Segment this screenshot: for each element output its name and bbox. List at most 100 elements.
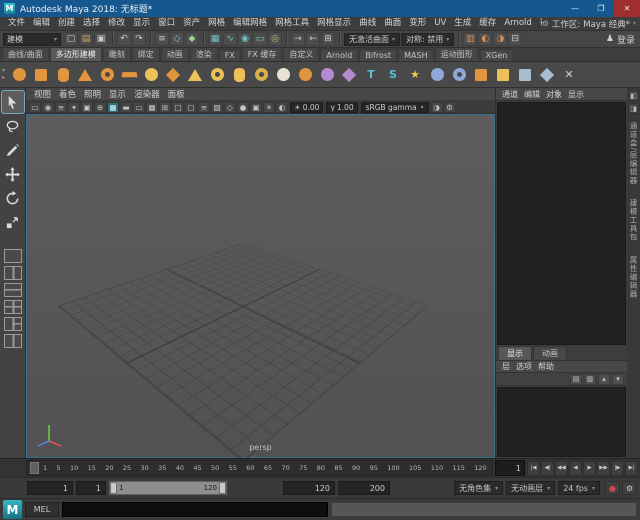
camera-attributes-icon[interactable]: ≡ [55, 102, 67, 113]
menu-item[interactable]: 曲线 [355, 17, 380, 30]
poly-cylinder-icon[interactable] [53, 65, 73, 85]
menu-item[interactable]: 显示 [565, 89, 587, 100]
boolean-union-icon[interactable] [427, 65, 447, 85]
live-surface-dropdown[interactable]: 无激活曲面▾ [344, 33, 400, 46]
range-start-handle[interactable] [110, 482, 117, 494]
step-forward-frame-button[interactable]: |▶ [611, 461, 624, 476]
two-pane-side-by-side-layout[interactable] [4, 266, 22, 280]
shelf-tab[interactable]: 雕刻 [103, 48, 131, 61]
workspace-selector[interactable]: ⚙ 工作区: Maya 经典* ▾ [542, 18, 636, 30]
open-scene-icon[interactable]: ▤ [79, 32, 93, 46]
shelf-tab[interactable]: XGen [480, 49, 514, 61]
step-forward-key-button[interactable]: ▶▶ [597, 461, 610, 476]
side-tab[interactable]: 属性编辑器 [628, 254, 639, 301]
four-pane-layout[interactable] [4, 300, 22, 314]
star-icon[interactable]: ★ [405, 65, 425, 85]
side-tab[interactable]: 建模工具包 [628, 197, 639, 244]
exposure-field[interactable]: ☀ 0.00 [290, 102, 323, 113]
menu-item[interactable]: 照明 [80, 88, 105, 100]
menu-item[interactable]: 对象 [543, 89, 565, 100]
command-line-mode-button[interactable]: MEL [25, 502, 59, 517]
shelf-tab[interactable]: 多边形建模 [50, 48, 102, 61]
select-hierarchy-icon[interactable]: ≡ [155, 32, 169, 46]
lights-icon[interactable]: ☀ [263, 102, 275, 113]
animation-end-field[interactable]: 200 [338, 481, 390, 495]
playback-start-field[interactable]: 1 [76, 481, 106, 495]
menu-item[interactable]: 网格显示 [313, 17, 355, 30]
single-pane-layout[interactable] [4, 249, 22, 263]
menu-item[interactable]: 创建 [54, 17, 79, 30]
menu-item[interactable]: 文件 [4, 17, 29, 30]
render-settings-icon[interactable]: ⊟ [508, 32, 522, 46]
shelf-tab[interactable]: MASH [398, 49, 433, 61]
step-back-key-button[interactable]: ◀◀ [555, 461, 568, 476]
paint-select-tool[interactable] [2, 139, 24, 161]
range-slider[interactable]: 1 120 [109, 481, 227, 495]
save-scene-icon[interactable]: ▣ [94, 32, 108, 46]
menu-item[interactable]: 面板 [164, 88, 189, 100]
sign-in-button[interactable]: ♟ 登录 [606, 33, 637, 46]
menu-item[interactable]: 着色 [55, 88, 80, 100]
menu-item[interactable]: Arnold [500, 17, 536, 30]
anim-layer-dropdown[interactable]: 无动画层 ▾ [506, 481, 555, 495]
fps-dropdown[interactable]: 24 fps ▾ [558, 481, 600, 495]
combine-icon[interactable] [471, 65, 491, 85]
select-tool[interactable] [2, 91, 24, 113]
2d-pan-zoom-icon[interactable]: ⊕ [94, 102, 106, 113]
redo-icon[interactable]: ↷ [132, 32, 146, 46]
platonic-solid-icon[interactable] [163, 65, 183, 85]
snap-to-plane-icon[interactable]: ▭ [253, 32, 267, 46]
snap-to-grid-icon[interactable]: ▦ [208, 32, 222, 46]
minimize-button[interactable]: — [562, 0, 588, 17]
poly-sphere-icon[interactable] [9, 65, 29, 85]
undo-icon[interactable]: ↶ [117, 32, 131, 46]
menu-item[interactable]: 窗口 [154, 17, 179, 30]
gate-mask-icon[interactable]: ▩ [146, 102, 158, 113]
open-render-view-icon[interactable]: ▥ [463, 32, 477, 46]
poly-helix-icon[interactable] [229, 65, 249, 85]
select-component-icon[interactable]: ◆ [185, 32, 199, 46]
shaded-icon[interactable]: ● [237, 102, 249, 113]
view-transform-dropdown[interactable]: sRGB gamma ▾ [361, 102, 429, 113]
menu-item[interactable]: 变形 [405, 17, 430, 30]
shelf-tab[interactable]: Bifrost [359, 49, 397, 61]
auto-keyframe-button[interactable]: ● [605, 481, 620, 495]
image-plane-icon[interactable]: ▣ [81, 102, 93, 113]
two-pane-stacked-layout[interactable] [4, 283, 22, 297]
character-set-dropdown[interactable]: 无角色集 ▾ [454, 481, 503, 495]
menu-item[interactable]: 网格工具 [271, 17, 313, 30]
ultra-shape-icon[interactable] [339, 65, 359, 85]
type-tool-icon[interactable]: T [361, 65, 381, 85]
bookmarks-icon[interactable]: ▾ [68, 102, 80, 113]
menu-item[interactable]: 曲面 [380, 17, 405, 30]
move-tool[interactable] [2, 163, 24, 185]
move-layer-down-button[interactable]: ▾ [612, 374, 624, 385]
command-line-input[interactable] [62, 502, 328, 517]
viewport[interactable]: persp [26, 114, 495, 458]
make-live-icon[interactable]: ◎ [268, 32, 282, 46]
time-slider[interactable]: 1510152025303540455055606570758085909510… [26, 460, 493, 476]
menu-item[interactable]: 修改 [104, 17, 129, 30]
scale-tool[interactable] [2, 211, 24, 233]
super-ellipse-icon[interactable] [295, 65, 315, 85]
menu-item[interactable]: 编辑 [521, 89, 543, 100]
poly-gear-icon[interactable] [251, 65, 271, 85]
boolean-difference-icon[interactable] [449, 65, 469, 85]
side-tab[interactable]: 通道盒/层编辑器 [628, 120, 639, 187]
output-connections-icon[interactable]: ← [306, 32, 320, 46]
menu-item[interactable]: 帮助 [535, 361, 557, 372]
menu-item[interactable]: 生成 [450, 17, 475, 30]
snap-to-point-icon[interactable]: ◉ [238, 32, 252, 46]
shelf-tab[interactable]: 曲线/曲面 [2, 48, 49, 61]
play-backwards-button[interactable]: ◀ [569, 461, 582, 476]
lasso-tool[interactable] [2, 115, 24, 137]
animation-preferences-button[interactable]: ⚙ [622, 481, 637, 495]
construction-history-icon[interactable]: ⊞ [321, 32, 335, 46]
shelf-tab[interactable]: 渲染 [190, 48, 218, 61]
menu-item[interactable]: UV [430, 17, 450, 30]
extrude-icon[interactable] [515, 65, 535, 85]
shelf-tab[interactable]: Arnold [320, 49, 358, 61]
xray-icon[interactable]: ▨ [211, 102, 223, 113]
shelf-tab[interactable]: 自定义 [283, 48, 319, 61]
lock-camera-icon[interactable]: ◉ [42, 102, 54, 113]
